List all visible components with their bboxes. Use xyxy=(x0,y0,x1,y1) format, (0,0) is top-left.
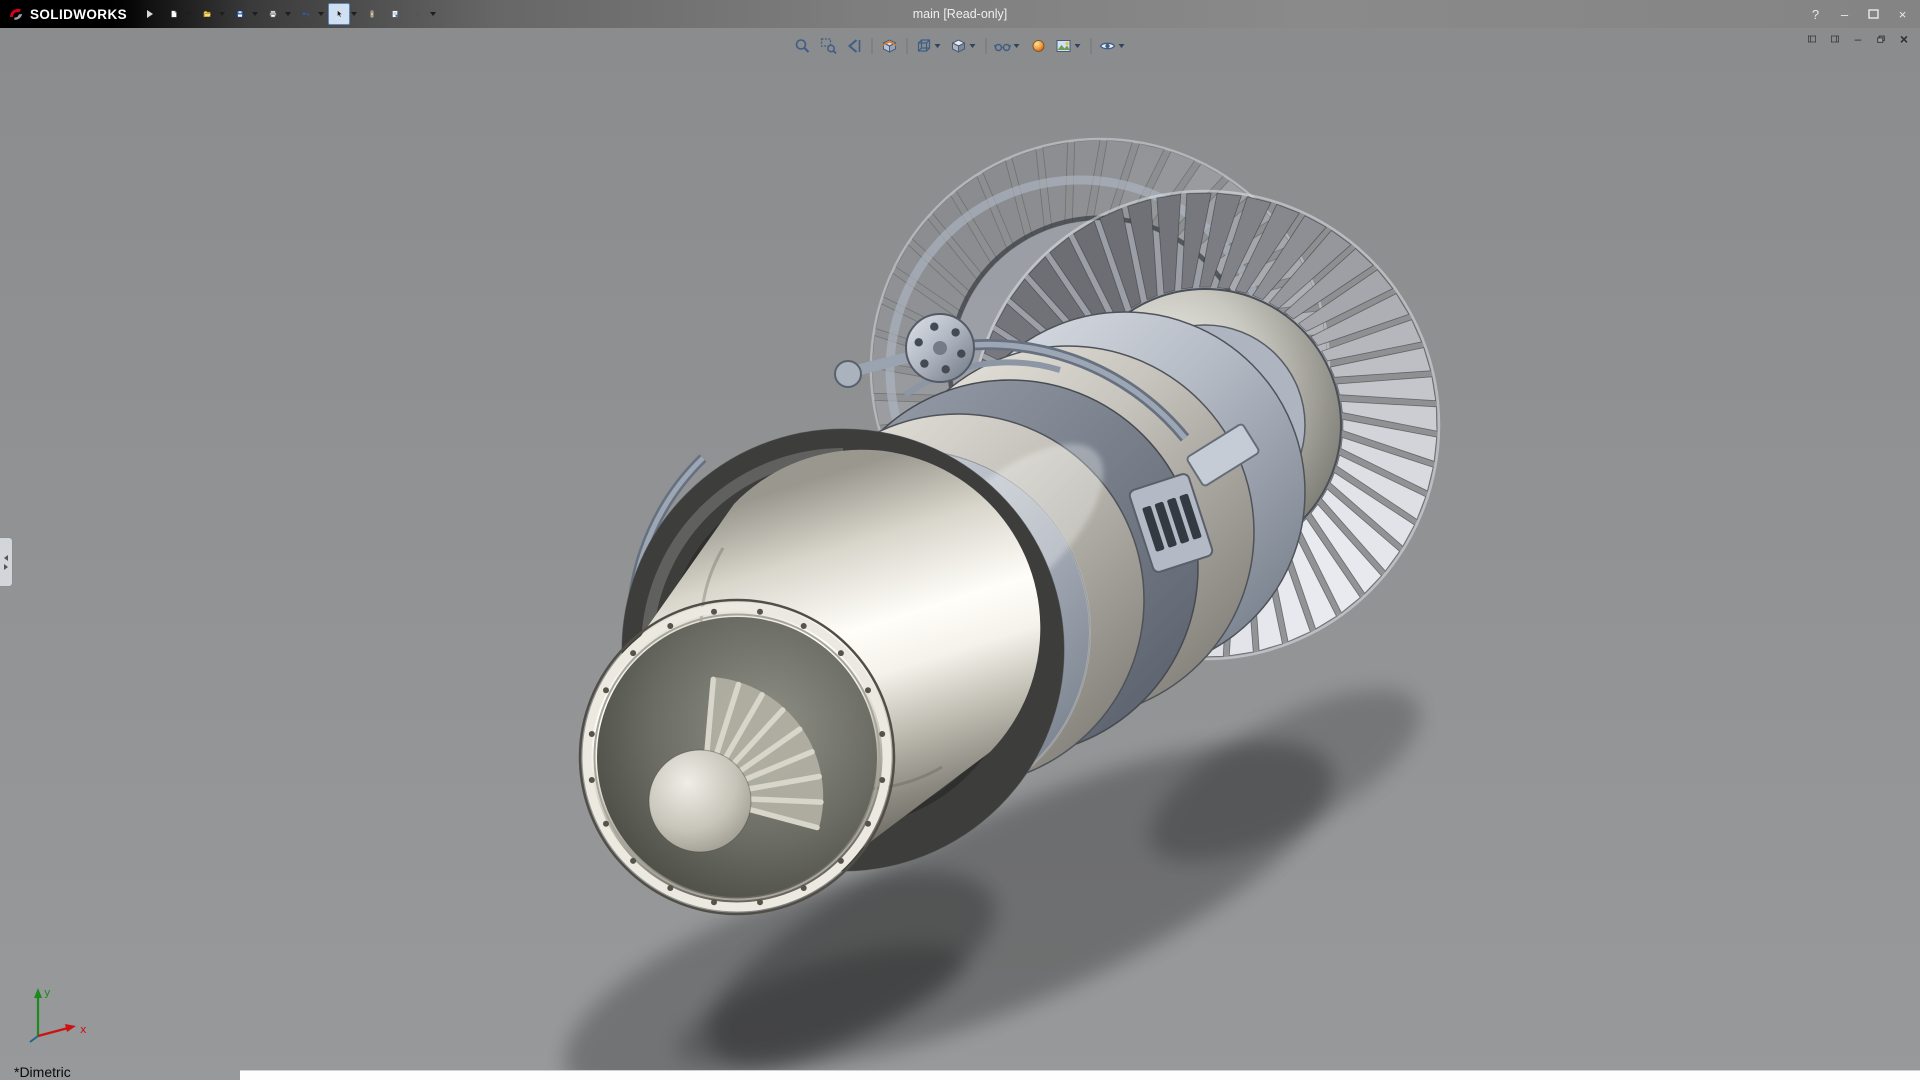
minimize-document-button[interactable]: – xyxy=(1848,30,1868,48)
apply-scene-icon xyxy=(1055,37,1073,55)
rebuild-button[interactable] xyxy=(361,3,383,25)
collapse-arrow-icon xyxy=(4,555,8,561)
viewport-3d[interactable]: – × x y *Dimetric xyxy=(0,28,1920,1080)
open-caret-icon[interactable] xyxy=(219,12,225,16)
undo-button[interactable] xyxy=(295,3,317,25)
file-properties-icon xyxy=(391,6,399,22)
hide-show-caret-icon[interactable] xyxy=(1014,44,1020,48)
new-document-button[interactable] xyxy=(163,3,185,25)
restore-document-button[interactable] xyxy=(1871,30,1891,48)
view-orientation-button[interactable] xyxy=(913,34,946,58)
display-style-button[interactable] xyxy=(948,34,981,58)
apply-scene-button[interactable] xyxy=(1053,34,1086,58)
select-cursor-icon xyxy=(335,6,343,22)
display-style-caret-icon[interactable] xyxy=(970,44,976,48)
save-icon xyxy=(236,6,244,22)
expand-arrow-icon xyxy=(4,564,8,570)
view-orientation-label: *Dimetric xyxy=(14,1064,71,1080)
open-button[interactable] xyxy=(196,3,218,25)
pane-left-icon xyxy=(1808,34,1816,44)
main-toolbar xyxy=(163,3,439,25)
hide-show-items-button[interactable] xyxy=(992,34,1025,58)
feature-manager-pane-button[interactable] xyxy=(1802,30,1822,48)
minimize-button[interactable]: – xyxy=(1831,4,1858,25)
edit-appearance-button[interactable] xyxy=(1027,34,1051,58)
triad-y-label: y xyxy=(44,986,51,999)
section-view-icon xyxy=(881,37,899,55)
status-bar xyxy=(240,1070,1920,1080)
save-caret-icon[interactable] xyxy=(252,12,258,16)
view-orientation-caret-icon[interactable] xyxy=(935,44,941,48)
feature-manager-expand-tab[interactable] xyxy=(0,537,13,587)
solidworks-logo: SOLIDWORKS xyxy=(0,0,145,28)
options-caret-icon[interactable] xyxy=(430,12,436,16)
section-view-button[interactable] xyxy=(878,34,902,58)
maximize-button[interactable] xyxy=(1860,4,1887,25)
save-button[interactable] xyxy=(229,3,251,25)
solidworks-window: SOLIDWORKS xyxy=(0,0,1920,1080)
window-title: main [Read-only] xyxy=(913,0,1008,28)
menu-expand-icon[interactable] xyxy=(147,10,153,18)
toolbar-separator xyxy=(907,38,908,54)
select-button[interactable] xyxy=(328,3,350,25)
solidworks-logo-icon xyxy=(8,6,24,22)
task-pane-button[interactable] xyxy=(1825,30,1845,48)
rebuild-traffic-light-icon xyxy=(368,6,376,22)
edit-appearance-ball-icon xyxy=(1030,37,1048,55)
view-settings-eye-icon xyxy=(1099,37,1117,55)
print-icon xyxy=(269,6,277,22)
window-controls: ? – × xyxy=(1802,0,1916,28)
previous-view-icon xyxy=(846,37,864,55)
select-caret-icon[interactable] xyxy=(351,12,357,16)
pane-right-icon xyxy=(1831,34,1839,44)
zoom-to-area-icon xyxy=(820,37,838,55)
new-document-icon xyxy=(170,6,178,22)
open-folder-icon xyxy=(203,6,211,22)
reference-triad: x y xyxy=(24,984,94,1046)
options-gear-icon xyxy=(414,6,422,22)
close-button[interactable]: × xyxy=(1889,4,1916,25)
heads-up-view-toolbar xyxy=(785,32,1136,60)
view-settings-caret-icon[interactable] xyxy=(1119,44,1125,48)
triad-x-label: x xyxy=(80,1023,87,1036)
maximize-icon xyxy=(1868,9,1879,19)
toolbar-separator xyxy=(986,38,987,54)
undo-icon xyxy=(302,6,310,22)
zoom-to-fit-icon xyxy=(794,37,812,55)
new-caret-icon[interactable] xyxy=(186,12,192,16)
previous-view-button[interactable] xyxy=(843,34,867,58)
display-style-cube-icon xyxy=(950,37,968,55)
view-settings-button[interactable] xyxy=(1097,34,1130,58)
logo-text: SOLIDWORKS xyxy=(30,7,127,22)
apply-scene-caret-icon[interactable] xyxy=(1075,44,1081,48)
hide-show-glasses-icon xyxy=(994,37,1012,55)
undo-caret-icon[interactable] xyxy=(318,12,324,16)
file-properties-button[interactable] xyxy=(384,3,406,25)
close-document-button[interactable]: × xyxy=(1894,30,1914,48)
options-button[interactable] xyxy=(407,3,429,25)
zoom-to-area-button[interactable] xyxy=(817,34,841,58)
print-caret-icon[interactable] xyxy=(285,12,291,16)
titlebar: SOLIDWORKS xyxy=(0,0,1920,28)
help-button[interactable]: ? xyxy=(1802,4,1829,25)
zoom-to-fit-button[interactable] xyxy=(791,34,815,58)
restore-icon xyxy=(1877,34,1885,44)
engine-model xyxy=(0,28,1920,1080)
view-orientation-cube-icon xyxy=(915,37,933,55)
document-window-controls: – × xyxy=(1802,30,1914,48)
toolbar-separator xyxy=(1091,38,1092,54)
print-button[interactable] xyxy=(262,3,284,25)
toolbar-separator xyxy=(872,38,873,54)
